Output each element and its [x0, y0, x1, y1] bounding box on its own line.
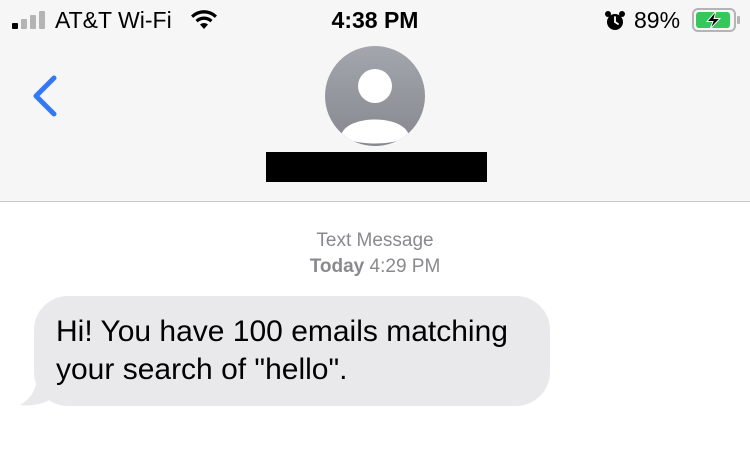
- chevron-left-icon[interactable]: [26, 72, 66, 120]
- incoming-message-bubble[interactable]: Hi! You have 100 emails matching your se…: [34, 296, 550, 406]
- conversation-header: AT&T Wi-Fi 4:38 PM 89%: [0, 0, 750, 202]
- message-timestamp-header: Text Message Today 4:29 PM: [0, 228, 750, 280]
- messages-screen: AT&T Wi-Fi 4:38 PM 89% Text Message Toda…: [0, 0, 750, 471]
- date-time: 4:29 PM: [369, 256, 441, 277]
- default-person-avatar-icon: [341, 69, 409, 144]
- battery-charging-icon: [692, 8, 740, 32]
- status-bar: AT&T Wi-Fi 4:38 PM 89%: [0, 0, 750, 40]
- message-date: Today 4:29 PM: [0, 254, 750, 280]
- contact-name-redacted[interactable]: [266, 152, 487, 182]
- contact-avatar[interactable]: [325, 46, 425, 146]
- alarm-icon: [605, 11, 625, 30]
- message-bubble-container[interactable]: Hi! You have 100 emails matching your se…: [18, 296, 578, 410]
- service-label: Text Message: [316, 230, 434, 251]
- battery-percentage: 89%: [634, 7, 681, 33]
- date-label: Today: [309, 256, 365, 277]
